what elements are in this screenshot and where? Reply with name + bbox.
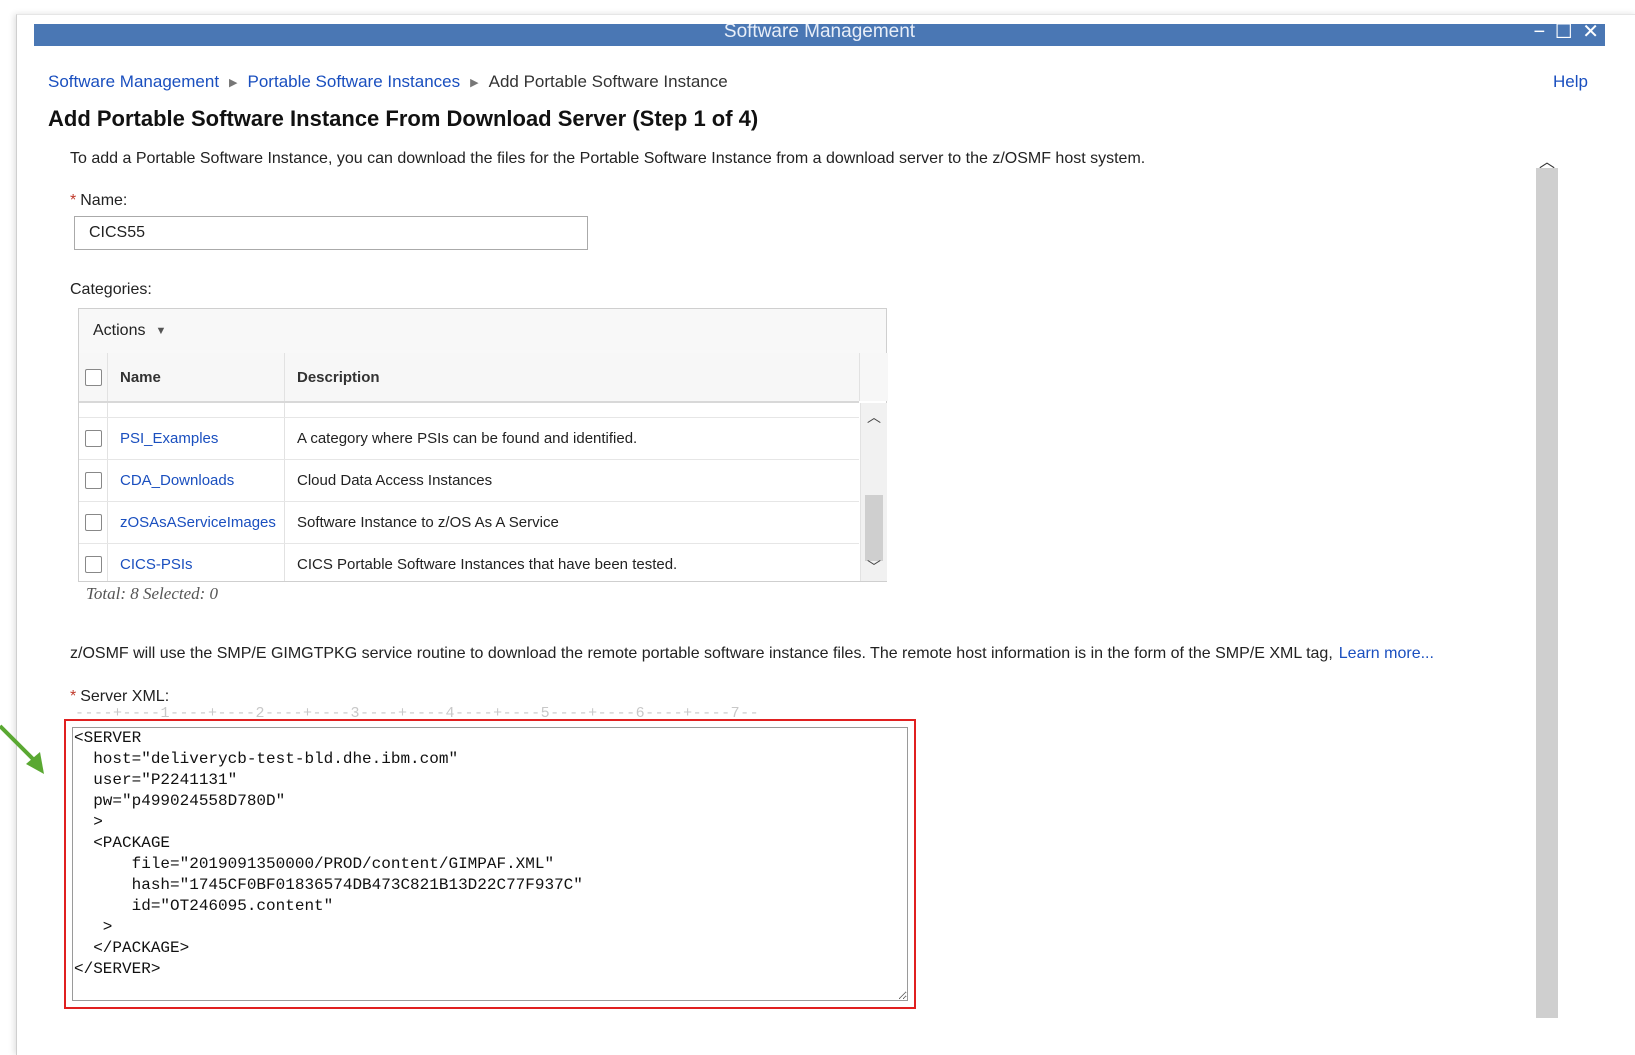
required-marker: * (70, 192, 77, 209)
table-row-partial (79, 403, 859, 418)
page-scrollbar-thumb[interactable] (1536, 168, 1558, 1018)
category-description: A category where PSIs can be found and i… (297, 430, 638, 447)
categories-table: Actions ▼ Name Description PSI_Examples … (78, 308, 888, 582)
category-name-link[interactable]: zOSAsAServiceImages (108, 502, 285, 543)
column-header-name[interactable]: Name (108, 353, 285, 401)
column-header-description[interactable]: Description (285, 353, 859, 401)
chevron-down-icon: ▼ (155, 325, 167, 337)
row-checkbox[interactable] (84, 514, 102, 531)
name-label: * Name: (70, 192, 128, 209)
annotation-arrow-icon (0, 724, 44, 774)
categories-label: Categories: (70, 281, 152, 298)
breadcrumb-software-management[interactable]: Software Management (48, 72, 219, 92)
row-checkbox[interactable] (84, 472, 102, 489)
gimgtpkg-description: z/OSMF will use the SMP/E GIMGTPKG servi… (70, 645, 1434, 662)
window-controls[interactable]: − ☐ ✕ (1534, 24, 1601, 44)
help-link[interactable]: Help (1553, 72, 1588, 92)
table-header: Name Description (79, 353, 888, 403)
row-checkbox[interactable] (84, 430, 102, 447)
category-description: CICS Portable Software Instances that ha… (297, 556, 678, 573)
select-all-checkbox[interactable] (84, 368, 102, 386)
actions-label: Actions (93, 322, 146, 339)
category-description: Cloud Data Access Instances (297, 472, 493, 489)
category-name-link[interactable]: CICS-PSIs (108, 544, 285, 581)
required-marker: * (70, 688, 77, 705)
breadcrumb-separator-icon: ▶ (470, 76, 479, 89)
table-row[interactable]: PSI_Examples A category where PSIs can b… (79, 418, 859, 460)
name-input[interactable] (74, 216, 588, 250)
row-checkbox[interactable] (84, 556, 102, 573)
breadcrumb: Software Management ▶ Portable Software … (48, 72, 728, 92)
table-row[interactable]: CDA_Downloads Cloud Data Access Instance… (79, 460, 859, 502)
table-scrollbar-thumb[interactable] (865, 495, 883, 561)
category-name-link[interactable]: PSI_Examples (108, 418, 285, 459)
window-title: Software Management (723, 24, 916, 42)
window-titlebar: Software Management − ☐ ✕ (34, 24, 1605, 46)
table-totals: Total: 8 Selected: 0 (86, 584, 219, 603)
server-xml-label: * Server XML: (70, 688, 170, 705)
learn-more-link[interactable]: Learn more... (1339, 645, 1434, 662)
breadcrumb-current: Add Portable Software Instance (488, 72, 728, 91)
intro-text: To add a Portable Software Instance, you… (70, 150, 1146, 167)
table-scrollbar[interactable]: ︿ ﹀ (860, 403, 887, 581)
table-body: PSI_Examples A category where PSIs can b… (79, 403, 859, 581)
server-xml-textarea[interactable]: <SERVER host="deliverycb-test-bld.dhe.ib… (72, 727, 908, 1001)
page-title: Add Portable Software Instance From Down… (48, 106, 759, 131)
breadcrumb-portable-software-instances[interactable]: Portable Software Instances (248, 72, 461, 92)
category-name-link[interactable]: CDA_Downloads (108, 460, 285, 501)
category-description: Software Instance to z/OS As A Service (297, 514, 559, 531)
scroll-up-icon[interactable]: ︿ (861, 407, 887, 427)
table-row[interactable]: zOSAsAServiceImages Software Instance to… (79, 502, 859, 544)
breadcrumb-separator-icon: ▶ (229, 76, 238, 89)
scroll-down-icon[interactable]: ﹀ (861, 557, 887, 577)
page-scrollbar[interactable]: ︿ (1536, 148, 1558, 1018)
actions-menu-button[interactable]: Actions ▼ (79, 309, 886, 354)
table-row[interactable]: CICS-PSIs CICS Portable Software Instanc… (79, 544, 859, 581)
